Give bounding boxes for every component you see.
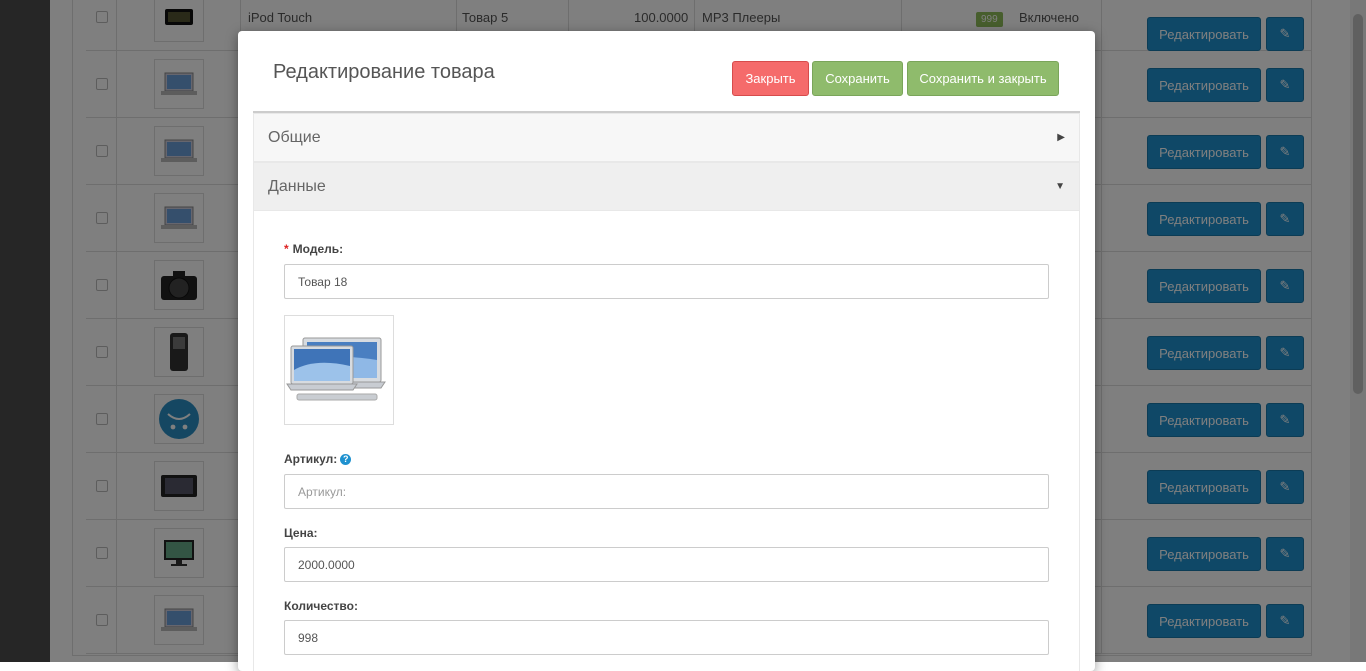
sku-label: Артикул:? xyxy=(284,452,352,466)
question-icon[interactable]: ? xyxy=(340,454,352,466)
panel-data-title: Данные xyxy=(268,177,326,195)
quantity-input[interactable] xyxy=(284,620,1049,655)
save-button[interactable]: Сохранить xyxy=(812,61,903,96)
triangle-right-icon: ▶ xyxy=(1057,132,1065,143)
edit-product-modal: Редактирование товара Закрыть Сохранить … xyxy=(238,31,1095,671)
price-input[interactable] xyxy=(284,547,1049,582)
price-label: Цена: xyxy=(284,526,318,540)
model-label-text: Модель: xyxy=(292,242,344,256)
save-and-close-button[interactable]: Сохранить и закрыть xyxy=(907,61,1059,96)
panel-general-title: Общие xyxy=(268,128,321,146)
panel-data-header[interactable]: Данные ▼ xyxy=(253,162,1080,211)
required-asterisk: * xyxy=(284,242,289,256)
triangle-down-icon: ▼ xyxy=(1055,181,1065,192)
model-label: * Модель: xyxy=(284,242,343,256)
sku-label-text: Артикул: xyxy=(284,452,338,466)
model-input[interactable] xyxy=(284,264,1049,299)
laptop-image-icon xyxy=(286,337,386,401)
product-image[interactable] xyxy=(284,315,394,425)
panel-general-header[interactable]: Общие ▶ xyxy=(253,113,1080,162)
modal-title: Редактирование товара xyxy=(273,61,495,83)
close-button[interactable]: Закрыть xyxy=(732,61,809,96)
sku-input[interactable] xyxy=(284,474,1049,509)
quantity-label: Количество: xyxy=(284,599,358,613)
